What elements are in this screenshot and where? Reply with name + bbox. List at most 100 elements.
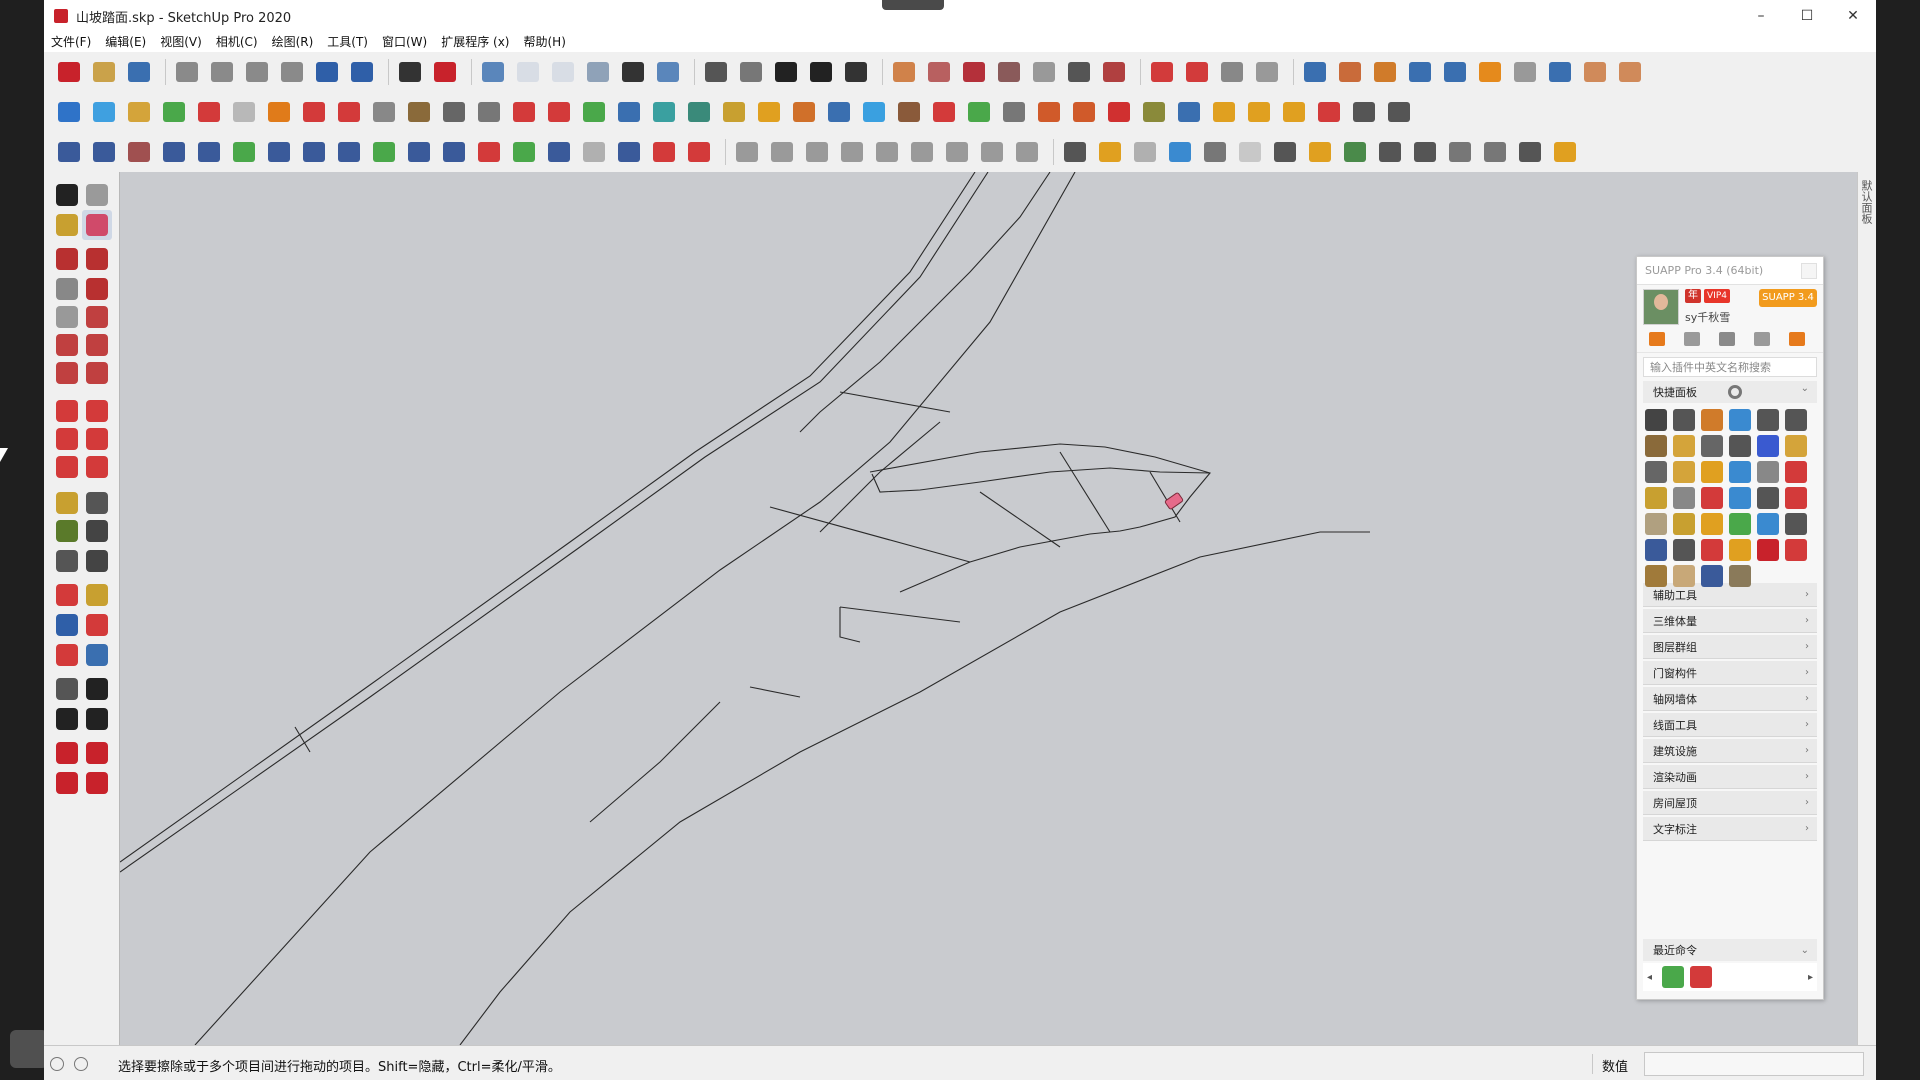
tool-button[interactable] xyxy=(82,610,112,640)
tool-button[interactable] xyxy=(52,610,82,640)
quick-panel-header[interactable]: 快捷面板 ⌄ xyxy=(1643,381,1817,403)
toolbar-button[interactable] xyxy=(929,97,959,127)
plugin-tool-icon[interactable] xyxy=(1785,435,1807,457)
tool-button[interactable] xyxy=(52,358,82,388)
plugin-tool-icon[interactable] xyxy=(1729,487,1751,509)
toolbar-button[interactable] xyxy=(478,57,508,87)
toolbar-button[interactable] xyxy=(299,97,329,127)
suapp-version-badge[interactable]: SUAPP 3.4 xyxy=(1759,289,1817,307)
toolbar-button[interactable] xyxy=(1370,57,1400,87)
tool-button[interactable] xyxy=(52,396,82,426)
plugin-tool-icon[interactable] xyxy=(1645,539,1667,561)
plugin-tool-icon[interactable] xyxy=(1757,513,1779,535)
toolbar-button[interactable] xyxy=(1550,137,1580,167)
toolbar-button[interactable] xyxy=(583,57,613,87)
toolbar-button[interactable] xyxy=(767,137,797,167)
tool-button[interactable] xyxy=(52,488,82,518)
tool-button[interactable] xyxy=(82,768,112,798)
tool-button[interactable] xyxy=(52,180,82,210)
toolbar-button[interactable] xyxy=(806,57,836,87)
toolbar-button[interactable] xyxy=(924,57,954,87)
tool-button[interactable] xyxy=(52,274,82,304)
toolbar-button[interactable] xyxy=(1510,57,1540,87)
toolbar-button[interactable] xyxy=(837,137,867,167)
minimize-button[interactable]: – xyxy=(1738,0,1784,32)
toolbar-button[interactable] xyxy=(653,57,683,87)
toolbar-button[interactable] xyxy=(1515,137,1545,167)
modeling-viewport[interactable] xyxy=(120,172,1857,1045)
plugin-category[interactable]: 图层群组 › xyxy=(1643,635,1817,659)
plugin-tool-icon[interactable] xyxy=(1701,435,1723,457)
toolbar-button[interactable] xyxy=(1580,57,1610,87)
toolbar-button[interactable] xyxy=(159,137,189,167)
plugin-tool-icon[interactable] xyxy=(1673,539,1695,561)
tool-button[interactable] xyxy=(52,768,82,798)
menu-item[interactable]: 编辑(E) xyxy=(98,32,153,52)
plugin-category[interactable]: 轴网墙体 › xyxy=(1643,687,1817,711)
plugin-tool-icon[interactable] xyxy=(1729,409,1751,431)
toolbar-button[interactable] xyxy=(1104,97,1134,127)
plugin-tool-icon[interactable] xyxy=(1785,409,1807,431)
toolbar-button[interactable] xyxy=(124,97,154,127)
plugin-tool-icon[interactable] xyxy=(1645,409,1667,431)
plugin-tool-icon[interactable] xyxy=(1757,435,1779,457)
toolbar-button[interactable] xyxy=(1235,137,1265,167)
tool-button[interactable] xyxy=(82,302,112,332)
toolbar-button[interactable] xyxy=(544,97,574,127)
toolbar-button[interactable] xyxy=(1244,97,1274,127)
toolbar-button[interactable] xyxy=(1440,57,1470,87)
toolbar-button[interactable] xyxy=(513,57,543,87)
close-button[interactable]: ✕ xyxy=(1830,0,1876,32)
toolbar-button[interactable] xyxy=(229,97,259,127)
tool-button[interactable] xyxy=(52,244,82,274)
plugin-category[interactable]: 房间屋顶 › xyxy=(1643,791,1817,815)
toolbar-button[interactable] xyxy=(89,57,119,87)
plugin-tool-icon[interactable] xyxy=(1673,513,1695,535)
toolbar-button[interactable] xyxy=(264,137,294,167)
menu-item[interactable]: 扩展程序 (x) xyxy=(434,32,516,52)
menu-item[interactable]: 视图(V) xyxy=(153,32,209,52)
gear-icon[interactable] xyxy=(1728,385,1742,399)
plugin-tool-icon[interactable] xyxy=(1673,435,1695,457)
toolbar-button[interactable] xyxy=(802,137,832,167)
toolbar-button[interactable] xyxy=(395,57,425,87)
toolbar-button[interactable] xyxy=(1060,137,1090,167)
toolbar-button[interactable] xyxy=(54,137,84,167)
plugin-tool-icon[interactable] xyxy=(1701,487,1723,509)
tool-button[interactable] xyxy=(52,738,82,768)
plugin-tool-icon[interactable] xyxy=(1785,487,1807,509)
toolbar-button[interactable] xyxy=(994,57,1024,87)
toolbar-button[interactable] xyxy=(732,137,762,167)
toolbar-button[interactable] xyxy=(1095,137,1125,167)
toolbar-button[interactable] xyxy=(194,137,224,167)
geo-location-icon[interactable] xyxy=(50,1057,64,1071)
measurements-input[interactable] xyxy=(1644,1052,1864,1076)
toolbar-button[interactable] xyxy=(1475,57,1505,87)
toolbar-button[interactable] xyxy=(1349,97,1379,127)
maximize-button[interactable]: ☐ xyxy=(1784,0,1830,32)
toolbar-button[interactable] xyxy=(1069,97,1099,127)
library-tab[interactable] xyxy=(1678,327,1706,351)
toolbar-button[interactable] xyxy=(889,57,919,87)
plugin-tool-icon[interactable] xyxy=(1673,461,1695,483)
toolbar-button[interactable] xyxy=(1375,137,1405,167)
toolbar-button[interactable] xyxy=(430,57,460,87)
plugin-tool-icon[interactable] xyxy=(1757,461,1779,483)
toolbar-button[interactable] xyxy=(789,97,819,127)
toolbar-button[interactable] xyxy=(977,137,1007,167)
toolbar-button[interactable] xyxy=(872,137,902,167)
toolbar-button[interactable] xyxy=(1200,137,1230,167)
toolbar-button[interactable] xyxy=(649,137,679,167)
toolbar-button[interactable] xyxy=(1410,137,1440,167)
tool-button[interactable] xyxy=(82,358,112,388)
toolbar-button[interactable] xyxy=(509,137,539,167)
toolbar-button[interactable] xyxy=(894,97,924,127)
toolbar-button[interactable] xyxy=(474,97,504,127)
toolbar-button[interactable] xyxy=(194,97,224,127)
toolbar-button[interactable] xyxy=(964,97,994,127)
toolbar-button[interactable] xyxy=(1209,97,1239,127)
tool-button[interactable] xyxy=(82,580,112,610)
toolbar-button[interactable] xyxy=(1139,97,1169,127)
toolbar-button[interactable] xyxy=(369,137,399,167)
toolbar-button[interactable] xyxy=(736,57,766,87)
